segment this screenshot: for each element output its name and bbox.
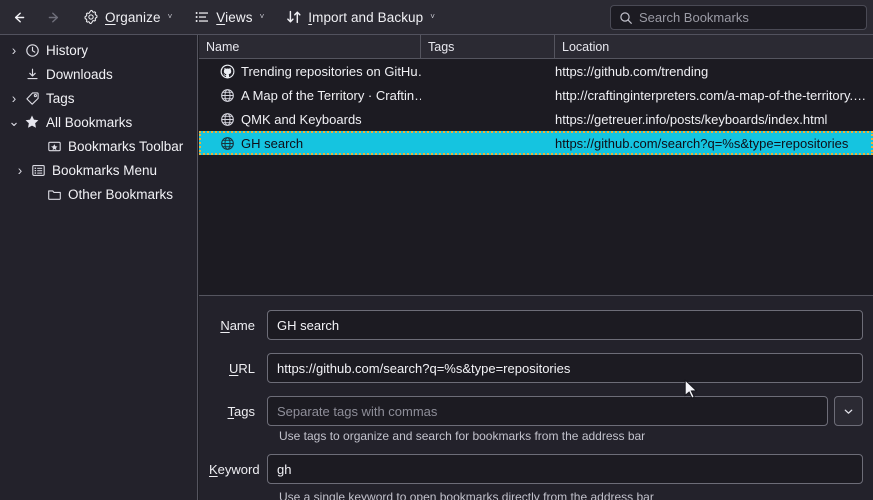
- star-icon: [22, 114, 42, 130]
- sidebar-item-label: Other Bookmarks: [68, 186, 174, 202]
- search-input[interactable]: Search Bookmarks: [610, 5, 867, 30]
- folder-icon: [44, 187, 64, 202]
- list-view-icon: [194, 9, 210, 25]
- row-name-text: Trending repositories on GitHu…: [241, 63, 421, 79]
- name-field-value: GH search: [277, 317, 340, 333]
- row-location-cell: https://github.com/search?q=%s&type=repo…: [555, 135, 849, 151]
- search-icon: [619, 11, 633, 25]
- url-field-row: URL https://github.com/search?q=%s&type=…: [209, 353, 863, 383]
- table-row[interactable]: Trending repositories on GitHu… https://…: [199, 59, 873, 83]
- name-field-row: Name GH search: [209, 310, 863, 340]
- globe-favicon: [220, 136, 235, 151]
- column-header-name[interactable]: Name: [199, 34, 421, 59]
- chevron-down-icon: ˅: [259, 12, 265, 21]
- url-field-value: https://github.com/search?q=%s&type=repo…: [277, 360, 571, 376]
- sidebar-item-label: Tags: [46, 90, 75, 106]
- keyword-field-value: gh: [277, 461, 292, 477]
- row-name-cell: QMK and Keyboards: [199, 112, 421, 127]
- name-field-label: Name: [220, 317, 255, 333]
- row-name-text: A Map of the Territory · Craftin…: [241, 87, 421, 103]
- bookmarks-toolbar-icon: [44, 139, 64, 154]
- column-header-tags[interactable]: Tags: [421, 34, 555, 59]
- bookmark-detail-pane: Name GH search URL https://github.com/se…: [199, 295, 873, 500]
- globe-favicon: [220, 88, 235, 103]
- chevron-right-icon[interactable]: ›: [6, 91, 22, 106]
- chevron-down-icon: ˅: [167, 12, 173, 21]
- tags-field-row: Tags Separate tags with commas: [209, 396, 863, 426]
- toolbar: Organize ˅ Views ˅ Import and Backup ˅ S…: [0, 0, 873, 35]
- sidebar-item-bookmarks-menu[interactable]: › Bookmarks Menu: [0, 158, 197, 182]
- organize-label: Organize: [105, 9, 161, 25]
- sidebar-item-history[interactable]: › History: [0, 38, 197, 62]
- import-and-backup-label: Import and Backup: [308, 9, 424, 25]
- chevron-down-icon[interactable]: ⌄: [6, 114, 22, 130]
- views-label: Views: [216, 9, 253, 25]
- search-placeholder: Search Bookmarks: [639, 10, 749, 25]
- arrow-right-icon: [45, 9, 62, 26]
- arrow-left-icon: [11, 9, 28, 26]
- back-button[interactable]: [4, 4, 34, 30]
- sidebar-item-bookmarks-toolbar[interactable]: Bookmarks Toolbar: [0, 134, 197, 158]
- name-field[interactable]: GH search: [267, 310, 863, 340]
- sidebar-item-label: All Bookmarks: [46, 114, 133, 130]
- row-name-text: GH search: [241, 135, 304, 151]
- table-row-selected[interactable]: GH search https://github.com/search?q=%s…: [199, 131, 873, 155]
- row-location-cell: https://getreuer.info/posts/keyboards/in…: [555, 111, 828, 127]
- sidebar-item-downloads[interactable]: Downloads: [0, 62, 197, 86]
- sidebar-item-tags[interactable]: › Tags: [0, 86, 197, 110]
- import-and-backup-button[interactable]: Import and Backup ˅: [279, 4, 442, 30]
- bookmarks-menu-icon: [28, 163, 48, 178]
- organize-menu-button[interactable]: Organize ˅: [76, 4, 179, 30]
- forward-button[interactable]: [38, 4, 68, 30]
- bookmarks-table-header: Name Tags Location: [199, 34, 873, 59]
- sidebar-item-other-bookmarks[interactable]: Other Bookmarks: [0, 182, 197, 206]
- bookmarks-table: Trending repositories on GitHu… https://…: [199, 59, 873, 294]
- tags-hint-text: Use tags to organize and search for book…: [279, 429, 646, 443]
- keyword-field[interactable]: gh: [267, 454, 863, 484]
- sidebar: › History Downloads › Tags ⌄ All Bookmar…: [0, 35, 198, 500]
- gear-icon: [83, 9, 99, 25]
- globe-favicon: [220, 112, 235, 127]
- download-icon: [22, 67, 42, 82]
- row-name-text: QMK and Keyboards: [241, 111, 362, 127]
- tags-field-label: Tags: [227, 403, 255, 419]
- url-field[interactable]: https://github.com/search?q=%s&type=repo…: [267, 353, 863, 383]
- sidebar-item-label: Bookmarks Menu: [52, 162, 158, 178]
- chevron-right-icon[interactable]: ›: [12, 163, 28, 178]
- sidebar-item-label: Downloads: [46, 66, 113, 82]
- tags-field-placeholder: Separate tags with commas: [277, 403, 438, 419]
- table-row[interactable]: QMK and Keyboards https://getreuer.info/…: [199, 107, 873, 131]
- sidebar-item-label: Bookmarks Toolbar: [68, 138, 184, 154]
- tags-dropdown-button[interactable]: [834, 396, 863, 426]
- row-location-cell: http://craftinginterpreters.com/a-map-of…: [555, 87, 873, 103]
- column-header-location[interactable]: Location: [555, 35, 873, 59]
- row-name-cell: GH search: [199, 136, 421, 151]
- row-name-cell: Trending repositories on GitHu…: [199, 64, 421, 79]
- tags-field[interactable]: Separate tags with commas: [267, 396, 828, 426]
- keyword-hint-text: Use a single keyword to open bookmarks d…: [279, 490, 654, 500]
- row-location-cell: https://github.com/trending: [555, 63, 709, 79]
- tag-icon: [22, 91, 42, 106]
- keyword-field-label: Keyword: [209, 461, 260, 477]
- views-menu-button[interactable]: Views ˅: [187, 4, 271, 30]
- import-export-icon: [286, 9, 302, 25]
- table-row[interactable]: A Map of the Territory · Craftin… http:/…: [199, 83, 873, 107]
- sidebar-item-label: History: [46, 42, 89, 58]
- sidebar-item-all-bookmarks[interactable]: ⌄ All Bookmarks: [0, 110, 197, 134]
- keyword-field-row: Keyword gh: [209, 454, 863, 484]
- clock-icon: [22, 43, 42, 58]
- github-favicon: [220, 64, 235, 79]
- row-name-cell: A Map of the Territory · Craftin…: [199, 88, 421, 103]
- chevron-right-icon[interactable]: ›: [6, 43, 22, 58]
- chevron-down-icon: [843, 406, 854, 417]
- chevron-down-icon: ˅: [430, 12, 435, 21]
- url-field-label: URL: [228, 360, 255, 376]
